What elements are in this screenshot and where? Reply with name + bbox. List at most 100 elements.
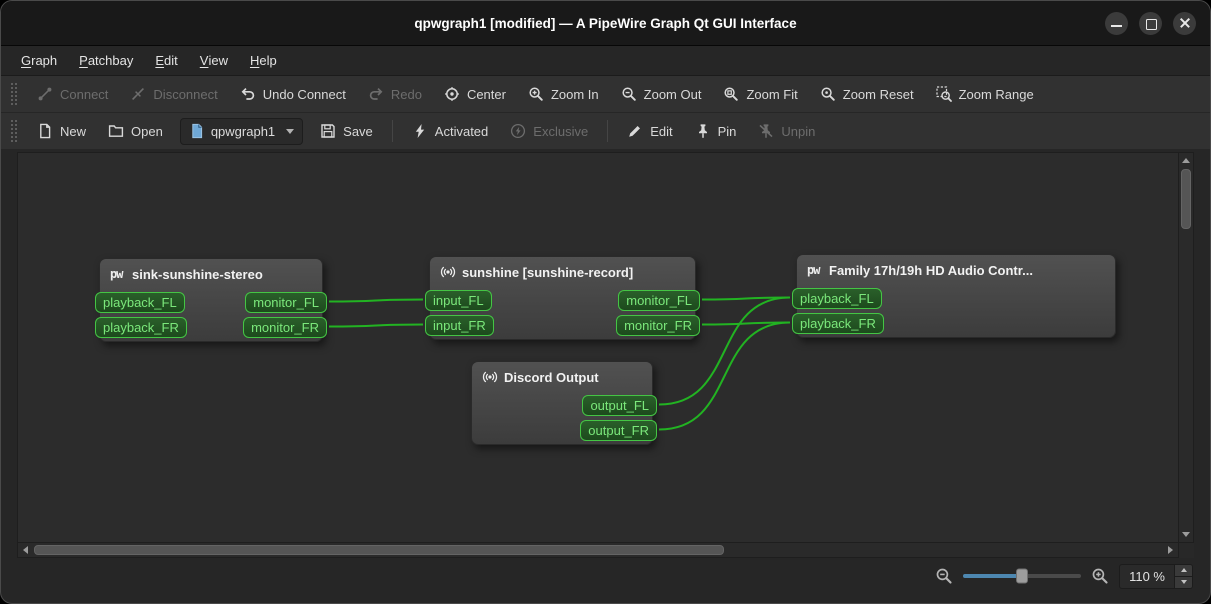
node-family-17h-19h-hd-audio-contr[interactable]: pwFamily 17h/19h HD Audio Contr...playba… — [796, 254, 1116, 338]
node-sunshine-sunshine-record[interactable]: sunshine [sunshine-record]input_FLinput_… — [429, 256, 696, 340]
port-monitor_FL[interactable]: monitor_FL — [245, 292, 327, 313]
zoom-out-small-icon[interactable] — [935, 567, 953, 585]
port-playback_FR[interactable]: playback_FR — [95, 317, 187, 338]
connection-wire[interactable] — [702, 298, 790, 300]
save-button[interactable]: Save — [310, 117, 383, 145]
port-input_FR[interactable]: input_FR — [425, 315, 494, 336]
tool-button-label: Zoom Out — [644, 87, 702, 102]
tool-button-label: New — [60, 124, 86, 139]
tool-button-label: Zoom In — [551, 87, 599, 102]
title-bar[interactable]: qpwgraph1 [modified] — A PipeWire Graph … — [1, 1, 1210, 46]
redo-button[interactable]: Redo — [358, 80, 432, 108]
new-icon — [37, 123, 53, 139]
zoom-value: 110 % — [1120, 565, 1174, 588]
node-title: Family 17h/19h HD Audio Contr... — [829, 263, 1033, 278]
zoom-in-button[interactable]: Zoom In — [518, 80, 609, 108]
zoom-range-button[interactable]: Zoom Range — [926, 80, 1044, 108]
tool-button-label: Pin — [718, 124, 737, 139]
toolbar-separator — [392, 120, 393, 142]
scroll-right-arrow-icon[interactable] — [1164, 543, 1177, 556]
center-button[interactable]: Center — [434, 80, 516, 108]
tool-button-label: Center — [467, 87, 506, 102]
graph-toolbar: Connect Disconnect Undo Connect Redo Center Z… — [1, 76, 1210, 113]
toolbar-drag-handle[interactable] — [11, 120, 17, 142]
vertical-scrollbar-thumb[interactable] — [1181, 169, 1191, 229]
connection-wire[interactable] — [329, 300, 423, 302]
disconnect-button[interactable]: Disconnect — [120, 80, 227, 108]
tool-button-label: Open — [131, 124, 163, 139]
node-header: Discord Output — [472, 362, 652, 385]
zoom-slider[interactable] — [963, 574, 1081, 578]
minimize-icon — [1105, 12, 1128, 35]
tool-button-label: Disconnect — [153, 87, 217, 102]
exclusive-button[interactable]: Exclusive — [500, 117, 598, 145]
bolt-icon — [412, 123, 428, 139]
spin-down-icon[interactable] — [1175, 576, 1192, 588]
pipewire-icon: pw — [807, 262, 823, 278]
unpin-button[interactable]: Unpin — [748, 117, 825, 145]
zoom-slider-handle[interactable] — [1016, 569, 1028, 584]
node-sink-sunshine-stereo[interactable]: pwsink-sunshine-stereoplayback_FLplaybac… — [99, 258, 323, 342]
toolbar-drag-handle[interactable] — [11, 83, 17, 105]
tool-button-label: Redo — [391, 87, 422, 102]
menu-item-help[interactable]: Help — [239, 46, 288, 75]
scroll-down-arrow-icon[interactable] — [1179, 528, 1192, 541]
patchbay-select[interactable]: qpwgraph1 — [180, 118, 303, 145]
zoom-spinbox[interactable]: 110 % — [1119, 564, 1193, 589]
zoom-reset-button[interactable]: Zoom Reset — [810, 80, 924, 108]
menu-item-patchbay[interactable]: Patchbay — [68, 46, 144, 75]
maximize-button[interactable] — [1139, 12, 1162, 35]
connect-button[interactable]: Connect — [27, 80, 118, 108]
undo-connect-button[interactable]: Undo Connect — [230, 80, 356, 108]
port-monitor_FR[interactable]: monitor_FR — [243, 317, 327, 338]
pencil-icon — [627, 123, 643, 139]
port-playback_FL[interactable]: playback_FL — [95, 292, 185, 313]
center-icon — [444, 86, 460, 102]
tool-button-label: Zoom Range — [959, 87, 1034, 102]
open-button[interactable]: Open — [98, 117, 173, 145]
zoom-out-button[interactable]: Zoom Out — [611, 80, 712, 108]
maximize-icon — [1139, 12, 1162, 35]
bolt-circle-icon — [510, 123, 526, 139]
horizontal-scrollbar[interactable] — [17, 543, 1179, 558]
open-icon — [108, 123, 124, 139]
zoom-fit-button[interactable]: Zoom Fit — [713, 80, 807, 108]
port-playback_FR[interactable]: playback_FR — [792, 313, 884, 334]
new-button[interactable]: New — [27, 117, 96, 145]
port-output_FR[interactable]: output_FR — [580, 420, 657, 441]
scroll-left-arrow-icon[interactable] — [19, 543, 32, 556]
undo-icon — [240, 86, 256, 102]
port-monitor_FR[interactable]: monitor_FR — [616, 315, 700, 336]
port-playback_FL[interactable]: playback_FL — [792, 288, 882, 309]
activated-button[interactable]: Activated — [402, 117, 498, 145]
status-bar: 110 % — [1, 558, 1210, 594]
menu-item-graph[interactable]: Graph — [10, 46, 68, 75]
zoom-in-small-icon[interactable] — [1091, 567, 1109, 585]
save-icon — [320, 123, 336, 139]
menu-item-edit[interactable]: Edit — [144, 46, 188, 75]
menu-item-view[interactable]: View — [189, 46, 239, 75]
node-title: Discord Output — [504, 370, 599, 385]
scroll-up-arrow-icon[interactable] — [1179, 154, 1192, 167]
close-button[interactable] — [1173, 12, 1196, 35]
graph-canvas[interactable]: pwsink-sunshine-stereoplayback_FLplaybac… — [17, 152, 1179, 543]
connect-icon — [37, 86, 53, 102]
port-monitor_FL[interactable]: monitor_FL — [618, 290, 700, 311]
connection-wire[interactable] — [702, 323, 790, 325]
window-title: qpwgraph1 [modified] — A PipeWire Graph … — [414, 16, 796, 31]
graph-view: pwsink-sunshine-stereoplayback_FLplaybac… — [17, 152, 1194, 558]
zoom-spinbox-steppers — [1174, 565, 1192, 588]
node-discord-output[interactable]: Discord Outputoutput_FLoutput_FR — [471, 361, 653, 445]
minimize-button[interactable] — [1105, 12, 1128, 35]
edit-button[interactable]: Edit — [617, 117, 682, 145]
connection-wire[interactable] — [329, 325, 423, 327]
pin-button[interactable]: Pin — [685, 117, 747, 145]
close-icon — [1173, 12, 1196, 35]
horizontal-scrollbar-thumb[interactable] — [34, 545, 724, 555]
connections-layer — [18, 153, 1178, 542]
spin-up-icon[interactable] — [1175, 565, 1192, 576]
vertical-scrollbar[interactable] — [1179, 152, 1194, 543]
port-output_FL[interactable]: output_FL — [582, 395, 657, 416]
node-header: pw Family 17h/19h HD Audio Contr... — [797, 255, 1115, 278]
port-input_FL[interactable]: input_FL — [425, 290, 492, 311]
